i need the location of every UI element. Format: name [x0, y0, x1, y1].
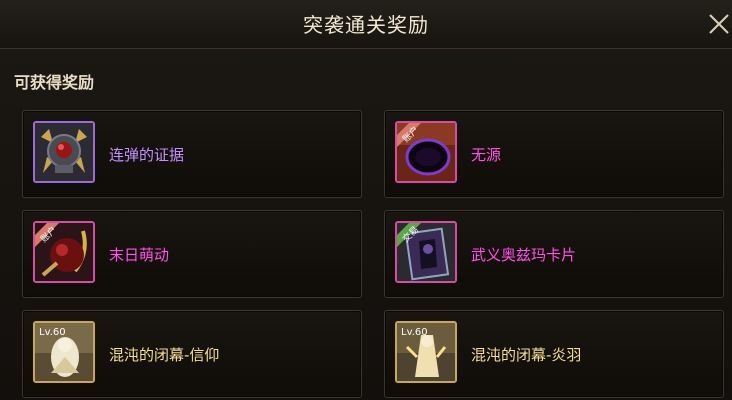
- chaos-flame-icon: Lv.60: [395, 321, 457, 383]
- section-title: 可获得奖励: [14, 73, 95, 92]
- reward-name: 末日萌动: [109, 246, 170, 264]
- chaos-faith-icon: Lv.60: [33, 321, 95, 383]
- reward-item[interactable]: 账户 末日萌动: [22, 210, 362, 298]
- doom-orb-icon: 账户: [33, 221, 95, 283]
- reward-name: 无源: [471, 146, 502, 164]
- reward-item[interactable]: 账户 无源: [384, 110, 724, 198]
- level-text: Lv.60: [39, 327, 66, 338]
- reward-item[interactable]: 交易 武义奥兹玛卡片: [384, 210, 724, 298]
- ozma-card-icon: 交易: [395, 221, 457, 283]
- reward-window: 突袭通关奖励 可获得奖励 连弹的证据 账户 无源 账户 末日萌动 交易 武义奥兹…: [0, 0, 732, 400]
- reward-name: 武义奥兹玛卡片: [471, 246, 577, 264]
- close-icon: [709, 14, 729, 34]
- reward-name: 混沌的闭幕-信仰: [109, 346, 220, 364]
- reward-item[interactable]: 连弹的证据: [22, 110, 362, 198]
- reward-name: 混沌的闭幕-炎羽: [471, 346, 582, 364]
- level-text: Lv.60: [401, 327, 428, 338]
- reward-item[interactable]: Lv.60 混沌的闭幕-信仰: [22, 310, 362, 398]
- title-bar: 突袭通关奖励: [0, 0, 732, 49]
- reward-name: 连弹的证据: [109, 146, 185, 164]
- close-button[interactable]: [704, 8, 732, 38]
- dark-portal-icon: 账户: [395, 121, 457, 183]
- window-title: 突袭通关奖励: [303, 13, 429, 37]
- reward-item[interactable]: Lv.60 混沌的闭幕-炎羽: [384, 310, 724, 398]
- orb-relic-icon: [33, 121, 95, 183]
